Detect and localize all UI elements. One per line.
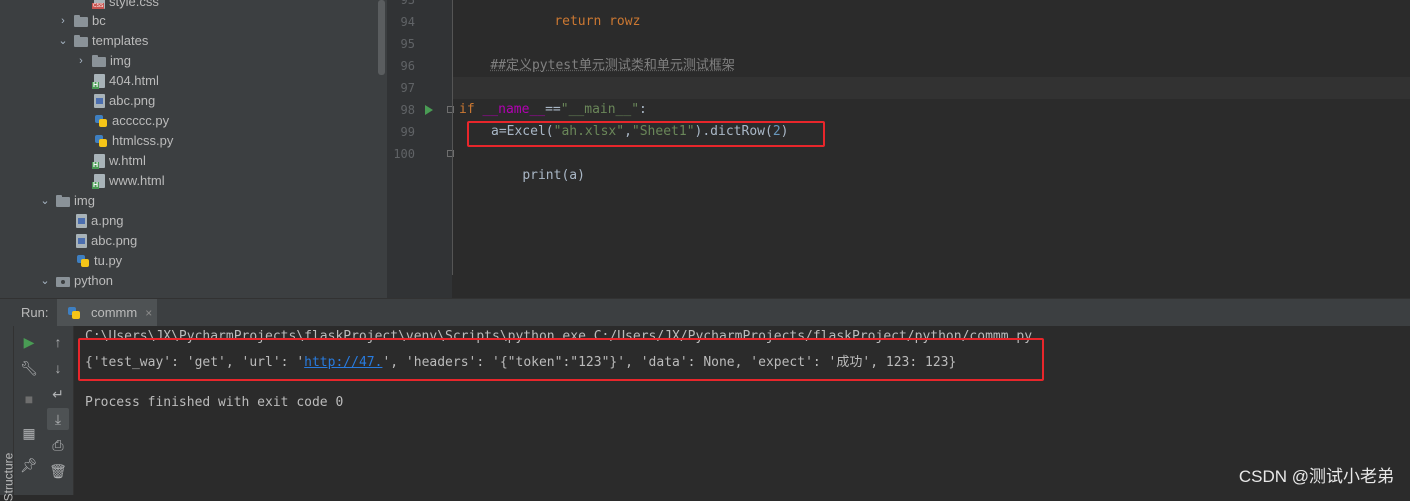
tree-item-404-html[interactable]: 404.html [92, 71, 159, 91]
package-folder-icon [56, 277, 70, 287]
tree-item-templates[interactable]: ⌄ templates [56, 31, 148, 51]
tree-item-python[interactable]: ⌄ python [38, 271, 113, 291]
tree-item-img[interactable]: › img [74, 51, 131, 71]
highlight-box-output [78, 338, 1044, 381]
code-line-95: ##定义pytest单元测试类和单元测试框架 [490, 58, 735, 73]
folder-icon [92, 55, 106, 67]
python-file-icon [94, 114, 108, 128]
css-file-icon [92, 0, 105, 9]
soft-wrap-icon[interactable]: ↵ [47, 383, 69, 405]
code-editor[interactable]: 93 94 95 96 97 98 99 100 return rowz ##定… [387, 0, 1410, 298]
html-file-icon [92, 74, 105, 89]
tree-scrollbar-thumb[interactable] [378, 0, 385, 75]
code-line-93: return rowz [554, 14, 641, 29]
scroll-to-end-icon[interactable]: ⤓ [47, 408, 69, 430]
pin-icon[interactable]: 📌︎ [18, 454, 40, 476]
chevron-down-icon[interactable]: ⌄ [38, 271, 52, 291]
trash-icon[interactable]: 🗑︎ [47, 460, 69, 482]
current-line-highlight [453, 77, 1410, 99]
image-file-icon [94, 94, 105, 108]
tree-item-img-root[interactable]: ⌄ img [38, 191, 95, 211]
run-toolbar-primary: ▶ 🔧︎ ■ ▦ 📌︎ [14, 326, 44, 495]
console-exit-line: Process finished with exit code 0 [85, 395, 344, 410]
python-file-icon [76, 254, 90, 268]
line-number: 95 [400, 37, 415, 51]
line-number: 98 [400, 103, 415, 117]
line-number: 99 [400, 125, 415, 139]
folder-icon [74, 15, 88, 27]
print-icon[interactable]: ⎙ [47, 434, 69, 456]
run-console[interactable]: C:\Users\JX\PycharmProjects\flaskProject… [74, 326, 1410, 495]
folder-icon [74, 35, 88, 47]
chevron-down-icon[interactable]: ⌄ [38, 191, 52, 211]
tree-item-htmlcss-py[interactable]: htmlcss.py [94, 131, 173, 151]
highlight-box-code [467, 121, 825, 147]
rerun-icon[interactable]: ▶ [18, 331, 40, 353]
tree-item-abc-png-2[interactable]: abc.png [76, 231, 137, 251]
html-file-icon [92, 174, 105, 189]
project-tree: style.css › bc ⌄ templates › img 404.htm… [0, 0, 377, 298]
tree-item-abc-png[interactable]: abc.png [94, 91, 155, 111]
line-number: 100 [393, 147, 415, 161]
python-file-icon [67, 306, 81, 320]
line-number: 97 [400, 81, 415, 95]
image-file-icon [76, 234, 87, 248]
wrench-icon[interactable]: 🔧︎ [18, 357, 40, 379]
tree-item-w-html[interactable]: w.html [92, 151, 146, 171]
stop-icon[interactable]: ■ [18, 388, 40, 410]
run-tab-commm[interactable]: commm × [57, 299, 157, 326]
run-label: Run: [21, 305, 49, 320]
watermark: CSDN @测试小老弟 [1238, 467, 1394, 486]
tree-item-tu-py[interactable]: tu.py [76, 251, 122, 271]
tree-item-accccc-py[interactable]: accccc.py [94, 111, 169, 131]
close-icon[interactable]: × [145, 306, 152, 320]
tree-scrollbar[interactable] [377, 0, 387, 298]
folder-icon [56, 195, 70, 207]
python-file-icon [94, 134, 108, 148]
run-toolbar-secondary: ↑ ↓ ↵ ⤓ ⎙ 🗑︎ [44, 326, 74, 495]
line-number: 93 [400, 0, 415, 7]
editor-gutter: 93 94 95 96 97 98 99 100 [387, 0, 454, 298]
arrow-up-icon[interactable]: ↑ [47, 331, 69, 353]
chevron-right-icon[interactable]: › [74, 51, 88, 71]
line-number: 94 [400, 15, 415, 29]
run-gutter-icon[interactable] [425, 105, 433, 115]
run-panel-header: Run: commm × [0, 298, 1410, 326]
layout-icon[interactable]: ▦ [18, 422, 40, 444]
line-number: 96 [400, 59, 415, 73]
tree-item-www-html[interactable]: www.html [92, 171, 165, 191]
tree-item-bc[interactable]: › bc [56, 11, 106, 31]
arrow-down-icon[interactable]: ↓ [47, 357, 69, 379]
gutter-divider [452, 0, 453, 275]
html-file-icon [92, 154, 105, 169]
tree-item-a-png[interactable]: a.png [76, 211, 124, 231]
chevron-down-icon[interactable]: ⌄ [56, 31, 70, 51]
image-file-icon [76, 214, 87, 228]
code-line-98: if __name__=="__main__": [459, 102, 647, 117]
chevron-right-icon[interactable]: › [56, 11, 70, 31]
